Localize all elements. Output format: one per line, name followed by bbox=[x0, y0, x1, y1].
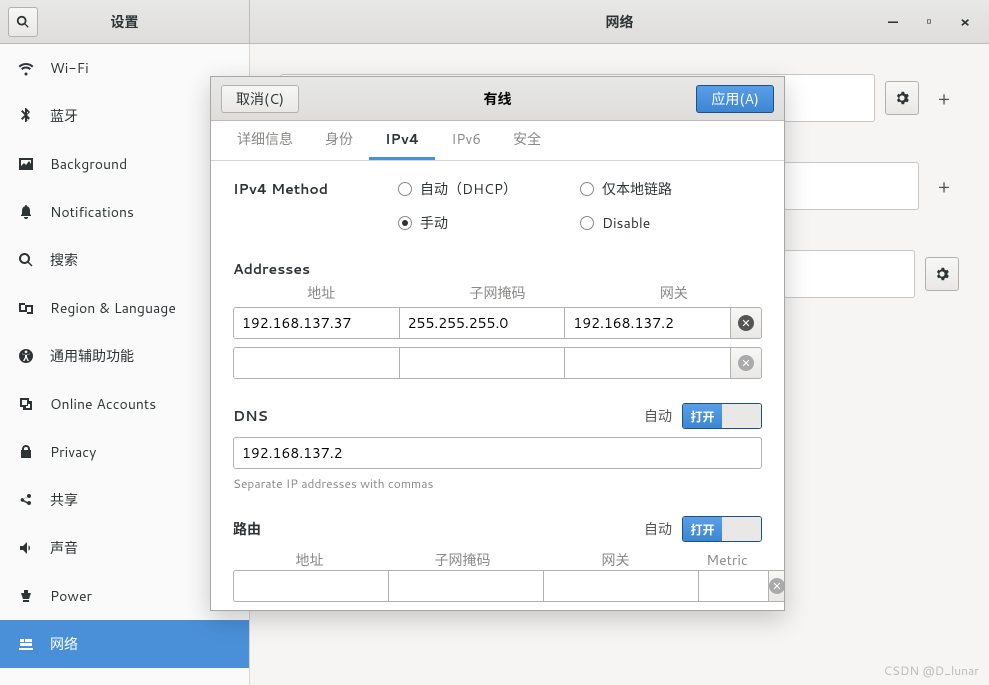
route-row: ✕ bbox=[233, 570, 762, 602]
dns-input[interactable] bbox=[233, 437, 762, 469]
watermark: CSDN @D_lunar bbox=[884, 662, 979, 679]
search-button[interactable] bbox=[8, 7, 38, 37]
titlebar: 设置 网络 — ▫ × bbox=[0, 0, 989, 44]
network-icon bbox=[18, 636, 34, 652]
netmask-input[interactable] bbox=[399, 307, 565, 339]
dialog-tabs: 详细信息身份IPv4IPv6安全 bbox=[211, 121, 784, 161]
minimize-button[interactable]: — bbox=[875, 7, 911, 37]
gateway-input[interactable] bbox=[564, 307, 730, 339]
gear-icon bbox=[935, 267, 949, 281]
sidebar-item-label: Privacy bbox=[50, 442, 96, 462]
tab-3[interactable]: IPv6 bbox=[435, 121, 497, 160]
route-gateway-input[interactable] bbox=[543, 570, 698, 602]
settings-gear-button[interactable] bbox=[885, 81, 919, 115]
route-metric-input[interactable] bbox=[698, 570, 768, 602]
accessibility-icon bbox=[18, 348, 34, 364]
power-icon bbox=[18, 588, 34, 604]
background-icon bbox=[18, 156, 34, 172]
bluetooth-icon bbox=[18, 108, 34, 124]
settings-gear-button[interactable] bbox=[925, 257, 959, 291]
route-address-input[interactable] bbox=[233, 570, 388, 602]
tab-0[interactable]: 详细信息 bbox=[221, 121, 309, 160]
gateway-input[interactable] bbox=[564, 347, 730, 379]
close-button[interactable]: × bbox=[947, 7, 983, 37]
sidebar-item-label: Wi-Fi bbox=[50, 58, 89, 78]
search-icon bbox=[18, 252, 34, 268]
dns-auto-switch[interactable]: 打开 bbox=[682, 403, 762, 429]
sidebar-item-label: Background bbox=[50, 154, 127, 174]
sidebar-item-network[interactable]: 网络 bbox=[0, 620, 249, 668]
search-icon bbox=[16, 15, 30, 29]
wifi-icon bbox=[18, 60, 34, 76]
delete-address-button[interactable]: ✕ bbox=[730, 347, 762, 379]
route-netmask-input[interactable] bbox=[388, 570, 543, 602]
delete-address-button[interactable]: ✕ bbox=[730, 307, 762, 339]
cancel-button[interactable]: 取消(C) bbox=[221, 85, 299, 113]
dns-hint: Separate IP addresses with commas bbox=[233, 475, 762, 492]
sidebar-item-label: 通用辅助功能 bbox=[50, 346, 134, 366]
sidebar-item-label: Notifications bbox=[50, 202, 134, 222]
dialog-header: 取消(C) 有线 应用(A) bbox=[211, 77, 784, 121]
region-icon bbox=[18, 300, 34, 316]
delete-icon: ✕ bbox=[738, 355, 754, 371]
dns-label: DNS bbox=[233, 406, 268, 426]
delete-icon: ✕ bbox=[769, 578, 784, 594]
tab-1[interactable]: 身份 bbox=[309, 121, 369, 160]
sidebar-item-label: 网络 bbox=[50, 634, 78, 654]
titlebar-left: 设置 bbox=[0, 0, 250, 43]
radio-link-local[interactable]: 仅本地链路 bbox=[580, 179, 762, 199]
dns-auto-label: 自动 bbox=[644, 406, 672, 426]
netmask-input[interactable] bbox=[399, 347, 565, 379]
delete-icon: ✕ bbox=[738, 315, 754, 331]
ipv4-method-label: IPv4 Method bbox=[233, 179, 398, 247]
sidebar-item-label: Power bbox=[50, 586, 92, 606]
titlebar-right: 网络 — ▫ × bbox=[250, 0, 989, 43]
sidebar-item-label: 声音 bbox=[50, 538, 78, 558]
addresses-label: Addresses bbox=[233, 259, 762, 279]
window-controls: — ▫ × bbox=[875, 7, 983, 37]
sidebar-item-label: 共享 bbox=[50, 490, 78, 510]
accounts-icon bbox=[18, 396, 34, 412]
add-button[interactable]: + bbox=[929, 171, 959, 201]
radio-auto-dhcp[interactable]: 自动（DHCP） bbox=[398, 179, 580, 199]
share-icon bbox=[18, 492, 34, 508]
address-input[interactable] bbox=[233, 307, 399, 339]
delete-route-button[interactable]: ✕ bbox=[768, 570, 784, 602]
tab-2[interactable]: IPv4 bbox=[369, 121, 435, 160]
radio-disable[interactable]: Disable bbox=[580, 213, 762, 233]
maximize-button[interactable]: ▫ bbox=[911, 7, 947, 37]
routes-label: 路由 bbox=[233, 519, 261, 539]
routes-auto-switch[interactable]: 打开 bbox=[682, 516, 762, 542]
apply-button[interactable]: 应用(A) bbox=[696, 85, 774, 113]
address-row: ✕ bbox=[233, 347, 762, 379]
address-row: ✕ bbox=[233, 307, 762, 339]
sidebar-item-label: Online Accounts bbox=[50, 394, 156, 414]
gear-icon bbox=[895, 91, 909, 105]
sidebar-item-label: Region & Language bbox=[50, 298, 176, 318]
radio-manual[interactable]: 手动 bbox=[398, 213, 580, 233]
privacy-icon bbox=[18, 444, 34, 460]
sound-icon bbox=[18, 540, 34, 556]
connection-dialog: 取消(C) 有线 应用(A) 详细信息身份IPv4IPv6安全 IPv4 Met… bbox=[210, 76, 785, 611]
tab-4[interactable]: 安全 bbox=[497, 121, 557, 160]
routes-auto-label: 自动 bbox=[644, 519, 672, 539]
dialog-body: IPv4 Method 自动（DHCP） 手动 仅本地链路 Disable Ad… bbox=[211, 161, 784, 610]
sidebar-item-label: 搜索 bbox=[50, 250, 78, 270]
bell-icon bbox=[18, 204, 34, 220]
route-headers: 地址 子网掩码 网关 Metric bbox=[233, 550, 762, 570]
address-headers: 地址 子网掩码 网关 bbox=[233, 283, 762, 303]
add-button[interactable]: + bbox=[929, 83, 959, 113]
sidebar-item-label: 蓝牙 bbox=[50, 106, 78, 126]
address-input[interactable] bbox=[233, 347, 399, 379]
